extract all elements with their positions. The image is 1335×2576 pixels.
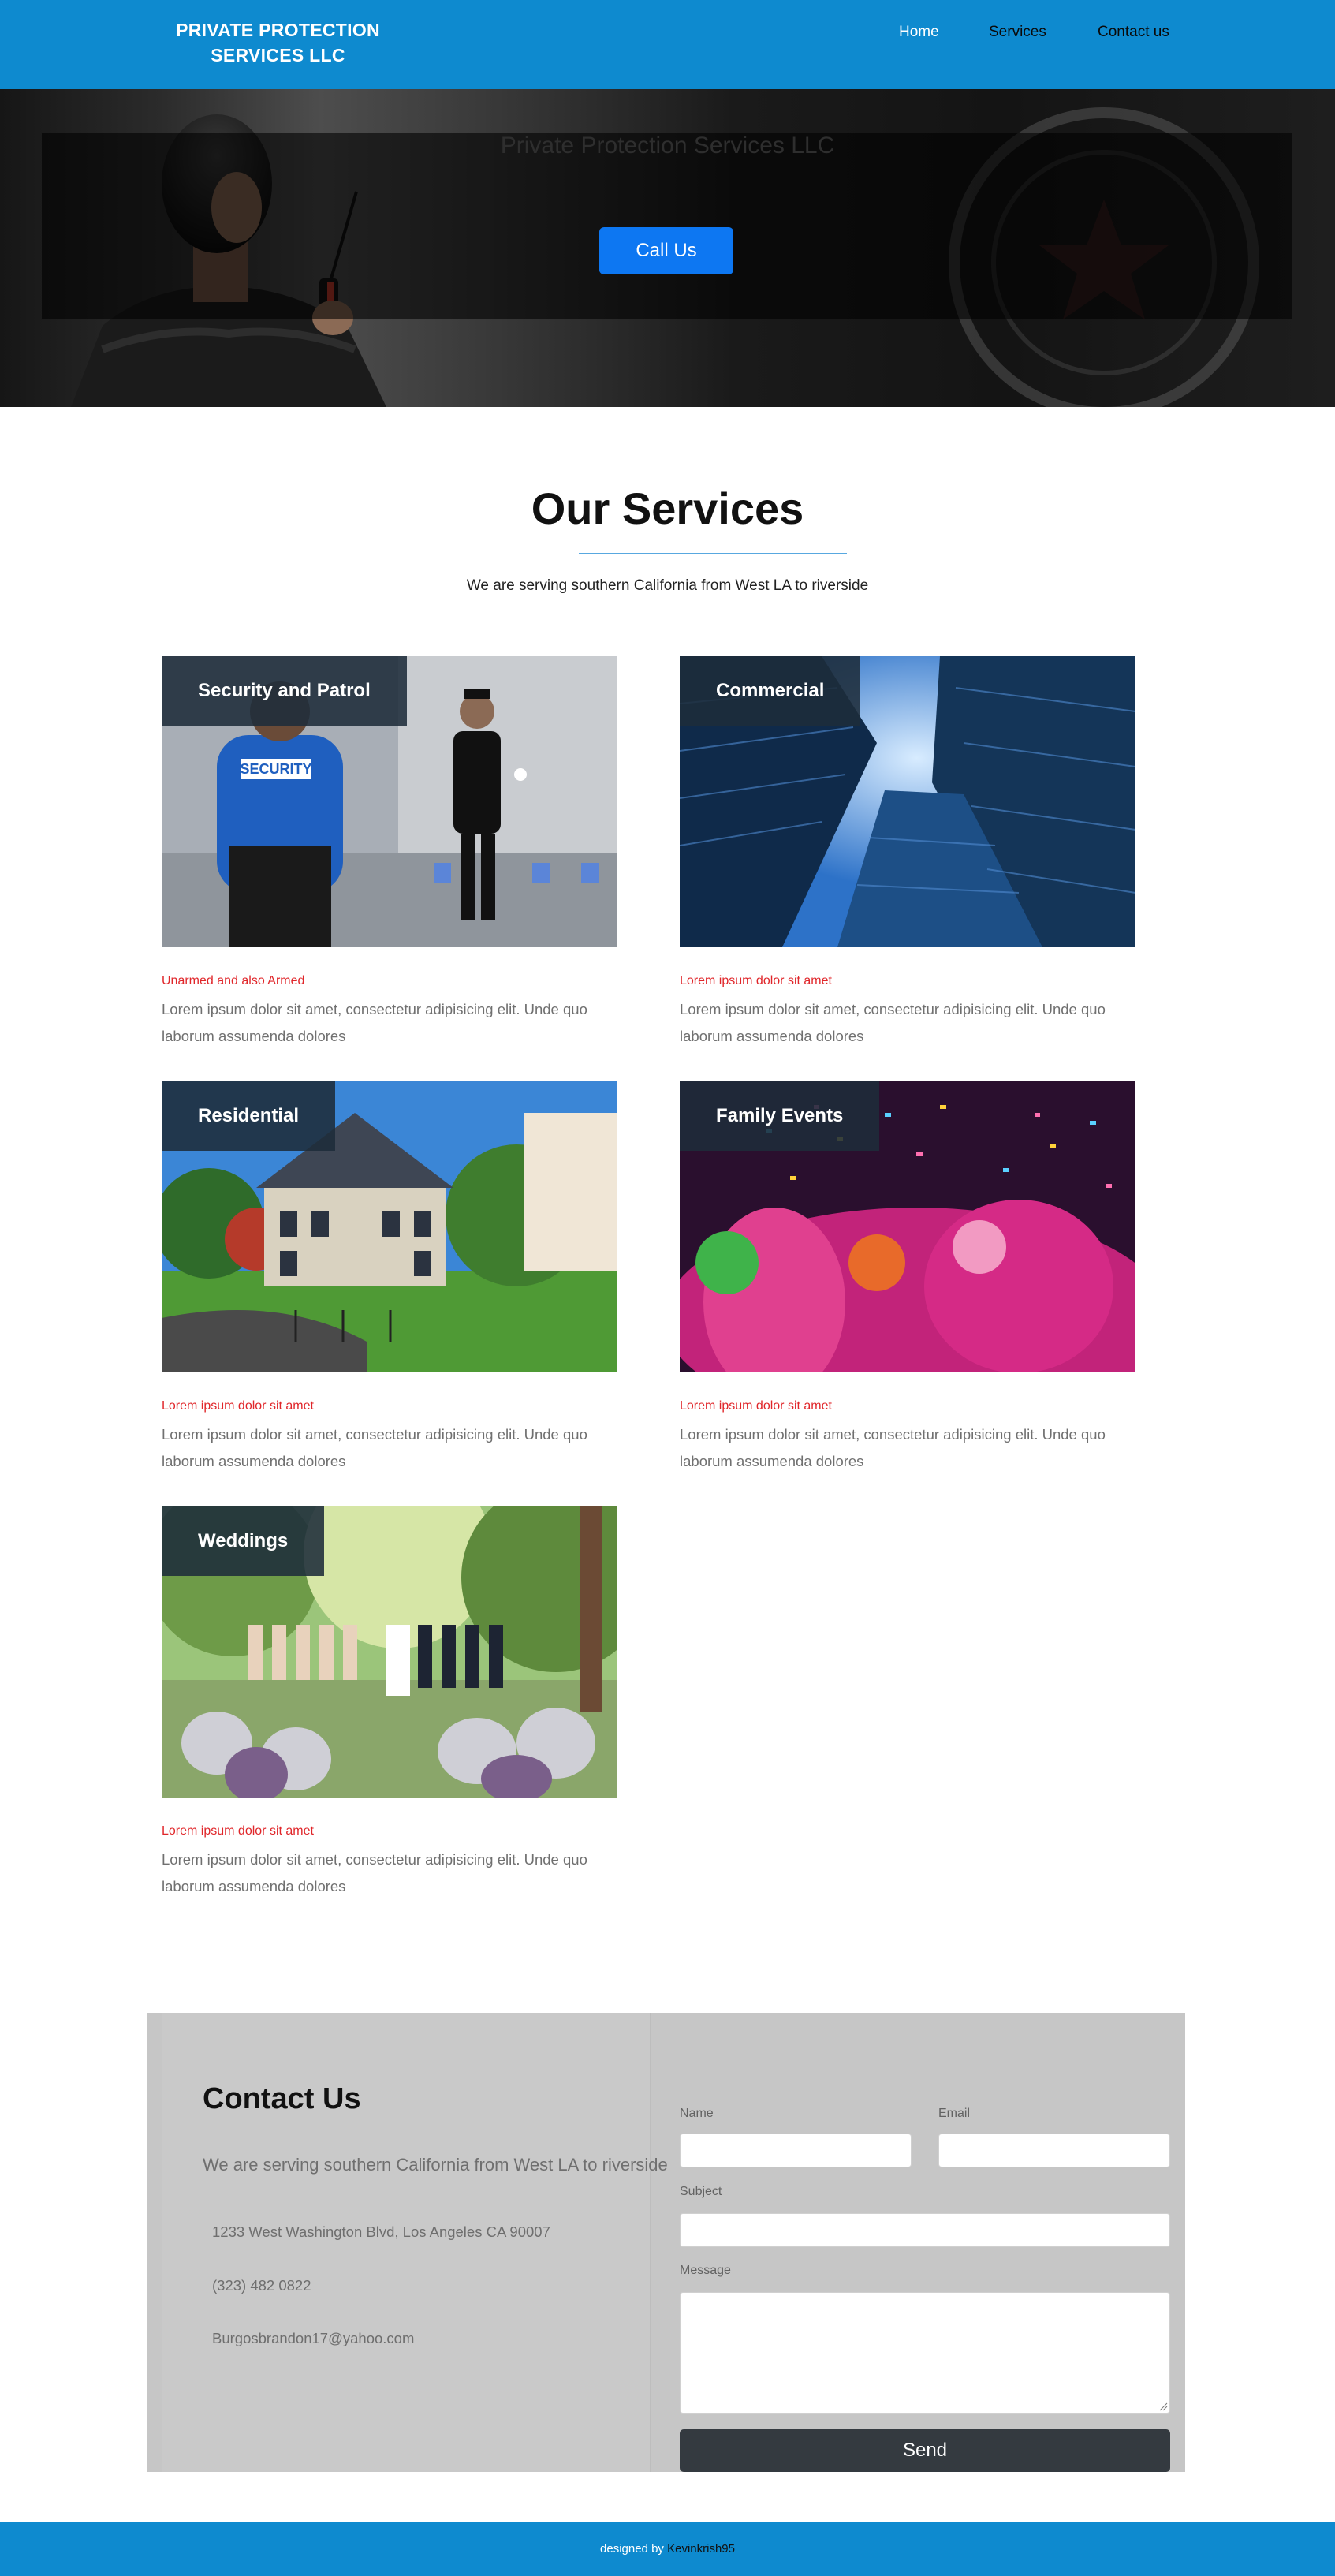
svg-text:SECURITY: SECURITY [240,761,311,777]
service-card-weddings[interactable]: Weddings Lorem ipsum dolor sit amet Lore… [162,1506,617,1900]
card-kicker: Lorem ipsum dolor sit amet [162,1824,314,1838]
hero-overlay [42,133,1292,319]
card-description: Lorem ipsum dolor sit amet, consectetur … [680,1001,1106,1044]
name-input[interactable] [680,2134,912,2167]
subject-label: Subject [680,2185,722,2198]
security-patrol-image: SECURITY Security and Patrol [162,656,617,947]
weddings-image: Weddings [162,1506,617,1798]
footer: designed by Kevinkrish95 [0,2522,1335,2576]
contact-section: Contact Us We are serving southern Calif… [147,2013,1185,2472]
hero-banner: Private Protection Services LLC Call Us [0,89,1335,407]
card-kicker: Lorem ipsum dolor sit amet [162,1399,314,1413]
service-card-family-events[interactable]: Family Events Lorem ipsum dolor sit amet… [680,1081,1135,1475]
service-card-commercial[interactable]: Commercial Lorem ipsum dolor sit amet Lo… [680,656,1135,1050]
card-title-family-events: Family Events [680,1081,880,1151]
card-title-security: Security and Patrol [162,656,407,726]
card-kicker: Lorem ipsum dolor sit amet [680,974,832,987]
service-card-residential[interactable]: Residential Lorem ipsum dolor sit amet L… [162,1081,617,1475]
contact-address: 1233 West Washington Blvd, Los Angeles C… [212,2223,550,2240]
call-us-button[interactable]: Call Us [599,227,733,274]
card-description: Lorem ipsum dolor sit amet, consectetur … [162,1001,587,1044]
message-label: Message [680,2264,731,2277]
send-button[interactable]: Send [680,2429,1170,2472]
navbar: PRIVATE PROTECTION SERVICES LLC Home Ser… [0,0,1335,89]
card-title-commercial: Commercial [680,656,861,726]
footer-author-link[interactable]: Kevinkrish95 [667,2542,735,2555]
heading-divider [579,553,847,554]
contact-email[interactable]: Burgosbrandon17@yahoo.com [212,2330,414,2347]
services-subheading: We are serving southern California from … [466,577,869,594]
brand-logo-text[interactable]: PRIVATE PROTECTION SERVICES LLC [158,17,398,68]
nav-link-home[interactable]: Home [899,24,939,41]
card-title-weddings: Weddings [162,1506,325,1576]
card-title-residential: Residential [162,1081,336,1151]
card-description: Lorem ipsum dolor sit amet, consectetur … [680,1426,1106,1469]
contact-info-panel: Contact Us We are serving southern Calif… [162,2013,668,2472]
subject-input[interactable] [680,2213,1170,2247]
email-input[interactable] [938,2134,1170,2167]
contact-subtitle: We are serving southern California from … [203,2155,668,2175]
card-kicker: Unarmed and also Armed [162,974,305,987]
nav-link-services[interactable]: Services [989,24,1046,41]
name-label: Name [680,2107,714,2120]
hero-title: Private Protection Services LLC [500,133,835,159]
services-heading: Our Services [531,483,804,533]
contact-phone[interactable]: (323) 482 0822 [212,2277,311,2294]
resize-handle-icon[interactable] [1158,2402,1168,2411]
contact-title: Contact Us [203,2082,361,2115]
residential-house-image: Residential [162,1081,617,1372]
card-kicker: Lorem ipsum dolor sit amet [680,1399,832,1413]
email-label: Email [938,2107,971,2120]
commercial-buildings-image: Commercial [680,656,1135,947]
service-card-security[interactable]: SECURITY Security and Patrol Unarmed and… [162,656,617,1050]
nav-link-contact[interactable]: Contact us [1098,24,1169,41]
card-description: Lorem ipsum dolor sit amet, consectetur … [162,1851,587,1895]
card-description: Lorem ipsum dolor sit amet, consectetur … [162,1426,587,1469]
message-textarea[interactable] [680,2292,1170,2414]
family-events-image: Family Events [680,1081,1135,1372]
footer-credit-prefix: designed by [600,2542,668,2555]
